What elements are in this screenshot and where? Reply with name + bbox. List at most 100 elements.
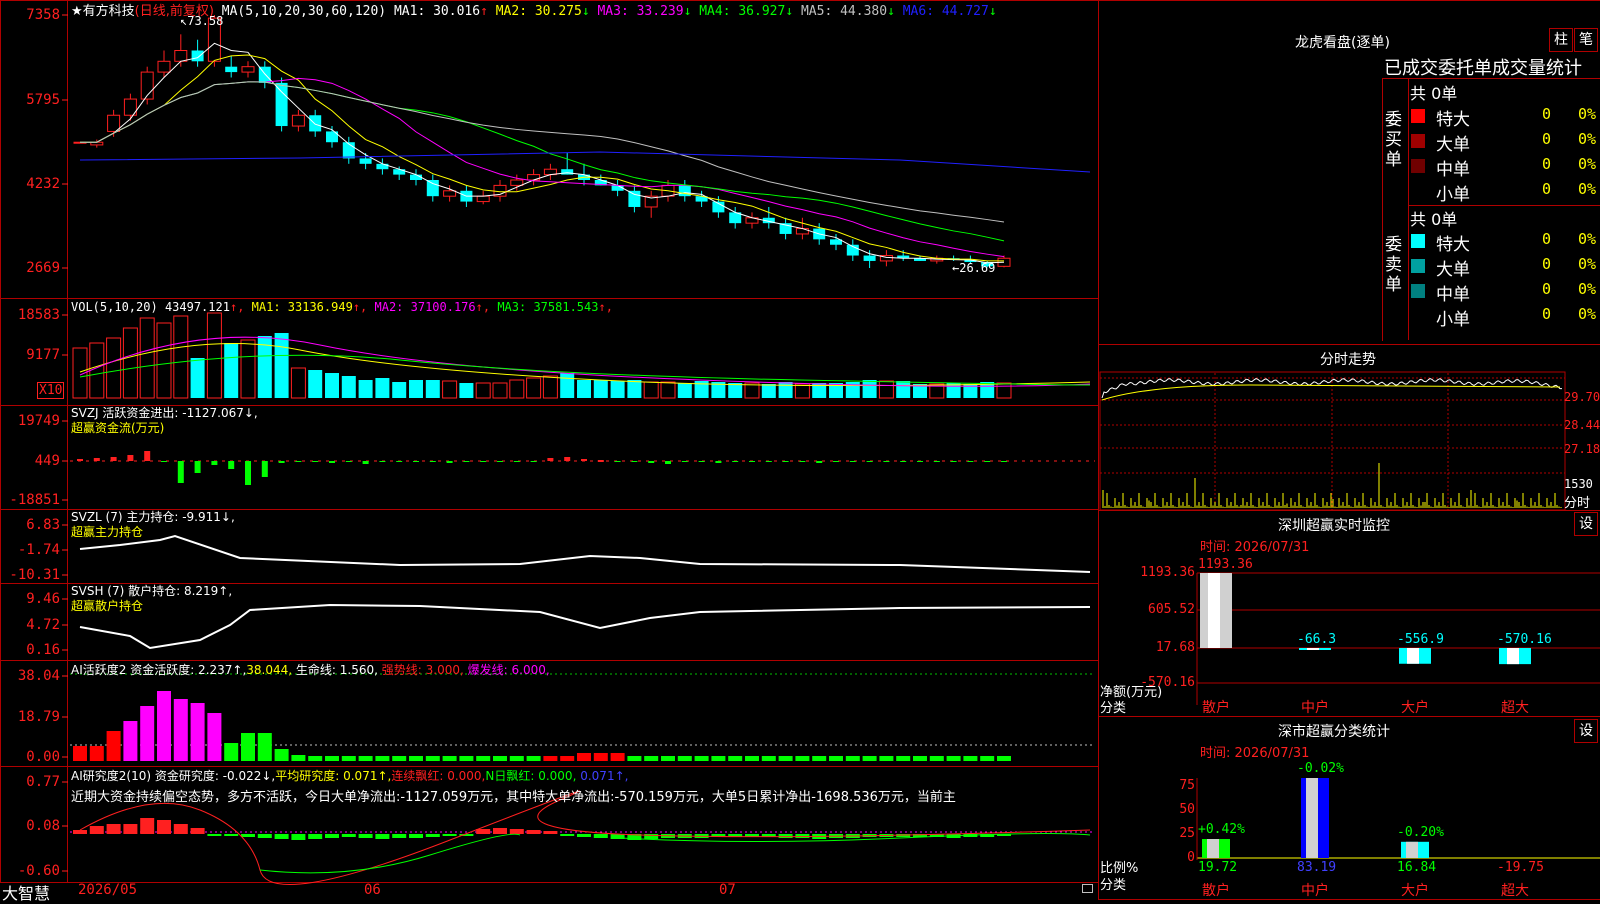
ai-activity-bar [426,756,440,761]
volume-bar [997,383,1011,398]
svzj-bar [615,461,621,462]
svzj-bar [127,455,133,461]
monitor-y-tick: 605.52 [1148,602,1195,617]
ai-activity-bar [443,756,457,761]
ai_active-y-tick: 38.04 [18,668,60,684]
order-count: 0 [1542,255,1551,273]
order-type-name: 大单 [1436,255,1470,280]
candle-body [225,67,237,72]
order-percent: 0% [1578,280,1596,298]
classify-y-tick: 50 [1179,802,1195,817]
ai-activity-bar [392,756,406,761]
svsh-header: SVSH (7) 散户持仓: 8.219↑, 超赢散户持仓 [71,584,232,614]
volume-bar [443,381,457,398]
ai-activity-bar [510,756,524,761]
order-color-swatch [1411,109,1425,123]
svzl-y-tick: 6.83 [26,517,60,533]
classify-bar-highlight [1306,778,1318,858]
ai-research-bar [140,818,154,834]
volume-ma-list: MA1: 33136.949↑, MA2: 37100.176↑, MA3: 3… [252,300,613,314]
svzj-y-tick: -18851 [9,492,60,508]
ai-activity-bar [611,753,625,761]
ma-value-3: MA3: 33.239 [590,4,684,19]
monitor-category: 大户 [1401,697,1429,717]
monitor-bar-highlight [1507,648,1519,664]
volume-bar [90,343,104,398]
candle-body [628,191,640,207]
svzj-bar [363,461,369,464]
volume-bar [224,343,238,398]
volume-bar [527,378,541,398]
stock-name[interactable]: ★有方科技 [71,4,135,19]
volume-bar [426,380,440,398]
candle-body [360,158,372,163]
svzl-header: SVZL (7) 主力持仓: -9.911↓, 超赢主力持仓 [71,510,235,540]
order-type-name: 特大 [1436,230,1470,255]
svzj-bar [783,461,789,462]
buy-total: 共 0单 [1410,80,1457,104]
lhb-tick-button[interactable]: 笔 [1574,28,1598,52]
volume-bar [543,376,557,398]
buy-side-label: 委买单 [1385,110,1403,170]
ai-activity-bar [157,691,171,761]
order-count: 0 [1542,155,1551,173]
volume-bar [107,338,121,398]
svzj-bar [867,461,873,462]
classify-bar-highlight [1207,839,1219,858]
ai_research-y-tick: 0.77 [26,774,60,790]
ai-research-bar [476,829,490,834]
classify-settings-button[interactable]: 设 [1574,719,1598,743]
volume-bar [577,380,591,398]
lhb-table-col [1408,78,1409,340]
kline-y-tick: 7358 [26,7,60,23]
ai-activity-bar [779,756,793,761]
sell-side-label: 委卖单 [1385,235,1403,295]
intraday-price-3: 27.18 [1564,442,1600,456]
volume-bar [123,328,137,398]
kline-y-tick: 5795 [26,92,60,108]
monitor-bar-highlight [1307,648,1319,650]
ai-research-bar [174,824,188,834]
svzj-bar [211,461,217,465]
moving-average-ma5 [80,82,1004,222]
ai-research-bar [779,834,793,838]
monitor-category: 超大 [1501,697,1529,717]
svzl-line [80,536,1090,572]
monitor-y-tick: -570.16 [1140,675,1195,690]
volume-bar [191,358,205,398]
svzj-bar [547,458,553,461]
volume-bar [459,383,473,398]
svzj-bar [749,461,755,462]
svzj-bar [144,451,150,461]
svzj-bar [430,461,436,462]
svzj-bar [715,461,721,463]
ai-research-bar [241,834,255,837]
classify-category: 大户 [1401,880,1429,900]
candle-body [393,169,405,174]
svzj-bar [967,461,973,462]
volume-bar [342,376,356,398]
volume-bar [762,384,776,398]
volume-bar [728,383,742,398]
lhb-bar-button[interactable]: 柱 [1549,28,1573,52]
ai-research-bar [577,834,591,837]
ai_active-y-tick: 18.79 [18,709,60,725]
ai-activity-bar [560,756,574,761]
svzj-title: SVZJ 活跃资金进出: -1127.067↓, [71,406,258,421]
svzj-bar [917,461,923,462]
volume-bar [308,370,322,398]
monitor-settings-button[interactable]: 设 [1574,512,1598,536]
date-axis-jun: 06 [364,882,381,898]
volume-bar [291,368,305,398]
ai-activity-bar [493,756,507,761]
svzj-bar [951,461,957,462]
ma-value-6: MA6: 44.727 [895,4,989,19]
order-color-swatch [1411,134,1425,148]
ai-activity-bar [947,756,961,761]
ai-research-bar [207,834,221,836]
lock-icon[interactable] [1082,884,1093,893]
order-count: 0 [1542,230,1551,248]
volume-bar [157,323,171,398]
intraday-title: 分时走势 [1320,349,1376,369]
volume-bar [409,380,423,398]
